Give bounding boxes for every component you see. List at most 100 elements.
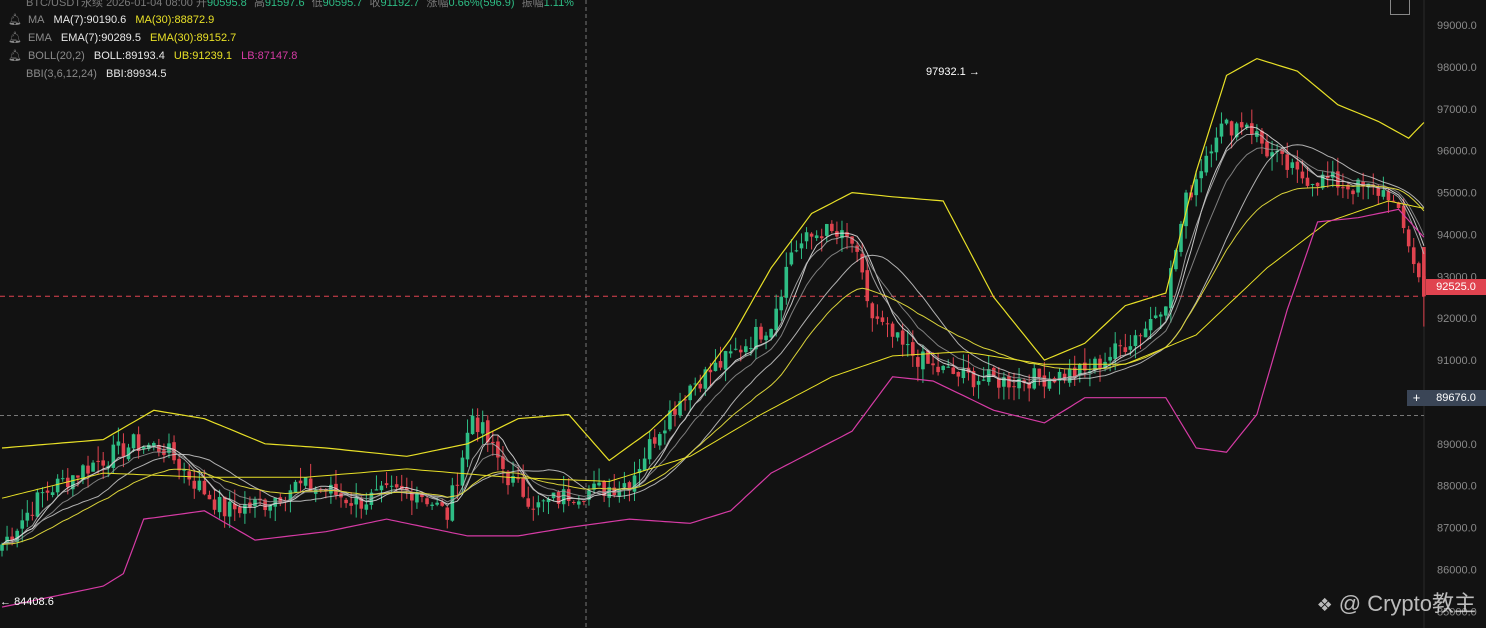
bbi-line [1,147,1425,545]
candle-body [25,512,30,521]
candle-body [911,342,915,356]
candle-body [1209,151,1214,154]
candle-body [121,443,126,457]
candle-body [192,480,197,489]
candle-body [298,480,303,484]
candle-body [60,478,65,480]
candle-body [389,485,394,487]
y-tick-label: 88000.0 [1437,481,1477,493]
candle-body [1194,179,1198,196]
candle-body [116,441,121,446]
candle-body [0,544,4,551]
candle-body [1214,137,1219,153]
candle-body [652,437,657,444]
candle-body [1153,315,1158,318]
boll-indicator-row[interactable]: 🔔︎ BOLL(20,2) BOLL:89193.4 UB:91239.1 LB:… [8,47,303,65]
candle-body [895,332,900,338]
candle-body [885,323,890,325]
candle-body [1118,345,1123,347]
candle-body [865,270,870,302]
candle-body [1143,328,1148,338]
candle-body [521,477,525,497]
ema-indicator-row[interactable]: 🔔︎ EMA EMA(7):90289.5 EMA(30):89152.7 [8,29,242,47]
amplitude-value: 1.11% [543,0,574,9]
candle-body [1012,386,1016,388]
candle-body [40,492,45,494]
candle-body [759,326,763,340]
bell-icon[interactable]: 🔔︎ [8,50,22,62]
candle-body [1133,335,1138,346]
candle-body [1315,182,1320,187]
candle-body [789,252,794,265]
candle-body [830,223,834,232]
candle-body [238,507,242,514]
candle-body [293,481,298,493]
plus-icon[interactable]: + [1407,390,1426,406]
datetime-label: 2026-01-04 08:00 [106,0,193,9]
candle-body [55,478,60,493]
candle-body [718,361,723,368]
candle-body [131,434,136,449]
candle-body [1300,171,1305,179]
candle-body [253,499,257,507]
candle-body [1381,190,1386,197]
candle-body [76,475,80,478]
change-value: 0.66%(596.9) [448,0,515,9]
candle-body [20,520,25,529]
candle-body [1239,122,1244,128]
candle-body [819,236,824,239]
candle-body [723,351,728,370]
close-value: 91192.7 [380,0,420,9]
candle-body [491,441,495,443]
watermark: ❖ @ Crypto教主 [1316,591,1476,616]
candle-body [344,499,348,504]
candle-body [435,502,439,505]
candle-body [1310,183,1315,185]
candle-body [875,316,880,319]
candle-body [101,460,105,466]
candle-body [809,233,814,237]
candle-body [91,462,95,472]
candle-body [1108,356,1112,361]
bbi-indicator-row[interactable]: BBI(3,6,12,24) BBI:89934.5 [26,65,173,83]
candle-body [374,489,379,491]
bell-icon[interactable]: 🔔︎ [8,32,22,44]
candle-body [1067,369,1072,383]
candle-body [222,496,227,517]
candle-body [1148,319,1153,331]
candle-body [698,383,703,389]
candle-body [1224,119,1229,124]
candle-body [976,381,981,385]
candle-body [566,489,571,501]
candle-body [465,432,470,460]
candle-body [50,492,55,496]
ma-indicator-row[interactable]: 🔔︎ MA MA(7):90190.6 MA(30):88872.9 [8,11,220,29]
candle-body [430,504,434,506]
candle-body [733,348,738,350]
candle-body [1351,190,1355,195]
candle-body [941,365,945,371]
bell-icon[interactable]: 🔔︎ [8,14,22,26]
candle-body [1417,263,1421,278]
candle-body [207,494,212,500]
candle-body [1295,161,1300,170]
candle-body [794,250,799,252]
candle-body [597,482,601,486]
y-tick-label: 86000.0 [1437,564,1477,576]
candle-body [45,490,50,493]
candle-body [804,232,809,242]
y-tick-label: 91000.0 [1437,355,1477,367]
candlestick-chart[interactable]: 85000.086000.087000.088000.089000.090000… [0,0,1486,628]
candle-body [890,323,895,337]
candle-body [1128,346,1133,350]
candle-body [900,330,905,345]
expand-icon[interactable] [1390,0,1410,15]
candle-body [379,485,384,491]
candle-body [1285,154,1290,170]
ema7-line [1,133,1425,545]
candle-body [860,253,864,273]
lb-value: LB:87147.8 [241,50,298,62]
candle-body [658,434,662,446]
y-tick-label: 96000.0 [1437,146,1477,158]
candle-body [946,366,951,368]
